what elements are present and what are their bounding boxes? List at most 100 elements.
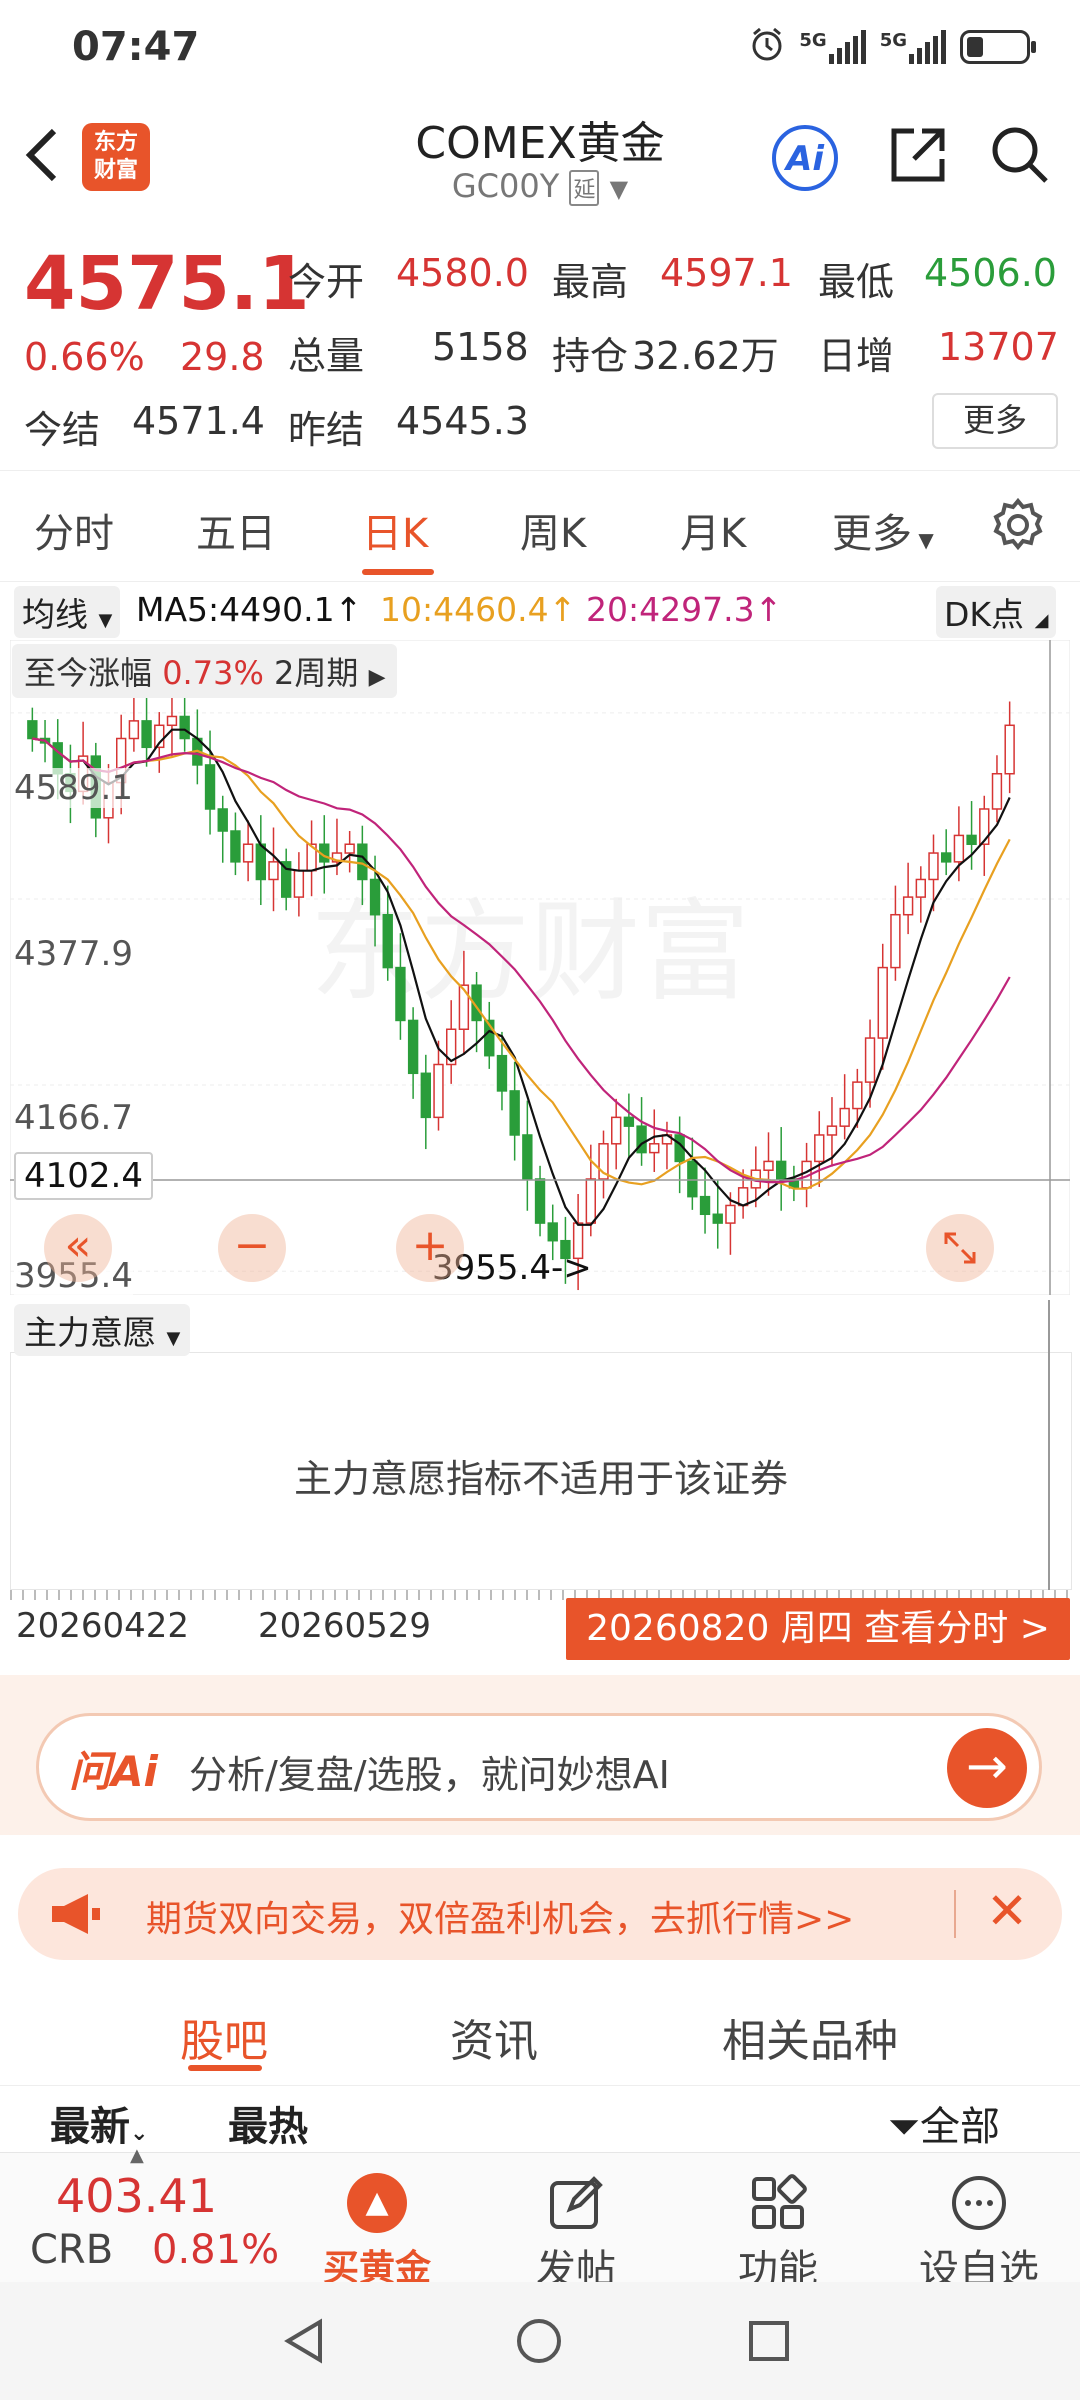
ask-ai-logo: 问Ai — [69, 1747, 158, 1796]
candle — [915, 878, 926, 898]
promo-close-button[interactable]: ✕ — [986, 1882, 1028, 1940]
caret-up-icon: ▲ — [130, 2145, 144, 2166]
high-value: 4597.1 — [660, 251, 793, 295]
gear-icon — [993, 497, 1043, 551]
candle — [242, 843, 254, 863]
change-value: 29.8 — [180, 335, 265, 379]
zoom-in-button[interactable]: + — [396, 1214, 464, 1282]
alarm-icon — [749, 26, 785, 68]
add-watchlist-button[interactable]: 设自选 — [904, 2173, 1054, 2295]
tab-news[interactable]: 资讯 — [450, 2005, 538, 2069]
candle — [268, 861, 279, 881]
filter-all[interactable]: ⏷全部 — [888, 2094, 1000, 2152]
candle — [585, 1178, 596, 1224]
fullscreen-button[interactable] — [926, 1214, 994, 1282]
zoom-out-button[interactable]: − — [218, 1214, 286, 1282]
candlestick-chart[interactable]: 东方财富 — [10, 640, 1070, 1295]
candle — [179, 715, 190, 740]
tab-monthly-k[interactable]: 月K — [680, 501, 746, 559]
candle — [928, 852, 939, 881]
promo-banner[interactable]: 期货双向交易，双倍盈利机会，去抓行情>> ✕ — [18, 1868, 1062, 1960]
candle — [712, 1213, 723, 1224]
arrow-right-icon: → — [966, 1737, 1008, 1795]
chevron-right-icon: ▶ — [368, 665, 386, 690]
tab-forum[interactable]: 股吧 — [180, 2005, 268, 2069]
candle — [458, 984, 470, 1031]
tab-more[interactable]: 更多 ▼ — [832, 501, 934, 559]
crosshair-vertical-extension — [1048, 1300, 1050, 1590]
candle — [547, 1222, 558, 1242]
candle — [814, 1134, 825, 1163]
status-icons: 5G 5G — [749, 26, 1036, 68]
search-button[interactable] — [988, 123, 1052, 191]
ask-ai-input[interactable]: 问Ai 分析/复盘/选股，就问妙想AI → — [36, 1713, 1042, 1821]
related-index-name: CRB — [30, 2227, 114, 2273]
nav-recents-button[interactable] — [744, 2316, 794, 2370]
ask-ai-submit-button[interactable]: → — [947, 1728, 1027, 1808]
chevron-down-icon[interactable]: ▼ — [610, 175, 628, 203]
filter-hot[interactable]: 最热 — [228, 2094, 308, 2152]
filter-icon: ⏷ — [888, 2104, 920, 2150]
tab-five-day[interactable]: 五日 — [196, 501, 276, 559]
bottom-action-bar: ▲ 403.41 CRB 0.81% ▲ 买黄金 发帖 功能 设自选 — [0, 2145, 1080, 2293]
indicator-dropdown[interactable]: 主力意愿 ▼ — [14, 1304, 191, 1356]
period-change-stat[interactable]: 至今涨幅 0.73% 2周期 ▶ — [12, 644, 398, 698]
plus-icon: + — [411, 1220, 449, 1271]
megaphone-icon — [48, 1890, 104, 1942]
buy-gold-button[interactable]: ▲ 买黄金 — [314, 2173, 440, 2291]
system-nav-bar — [0, 2282, 1080, 2400]
candle — [496, 1054, 508, 1092]
nav-home-button[interactable] — [514, 2316, 564, 2370]
settings-button[interactable] — [990, 497, 1046, 557]
candle — [877, 966, 888, 1039]
candle — [382, 913, 393, 969]
indicator-panel: 主力意愿 ▼ 主力意愿指标不适用于该证券 — [10, 1300, 1072, 1590]
tab-intraday[interactable]: 分时 — [34, 501, 114, 559]
scroll-left-button[interactable]: « — [44, 1214, 112, 1282]
tab-related[interactable]: 相关品种 — [722, 2005, 898, 2069]
oi-value: 32.62万 — [632, 334, 779, 378]
candle — [357, 843, 368, 881]
daily-inc-label: 日增 — [818, 334, 895, 378]
open-value: 4580.0 — [396, 251, 529, 295]
nav-back-button[interactable] — [280, 2316, 330, 2370]
status-bar: 07:47 5G 5G — [0, 0, 1080, 95]
ma10-value: 10:4460.4↑ — [380, 590, 577, 629]
dk-point-dropdown[interactable]: DK点 ◢ — [936, 586, 1057, 638]
promo-text: 期货双向交易，双倍盈利机会，去抓行情>> — [146, 1899, 855, 1940]
expand-icon — [944, 1232, 976, 1264]
y-tick-top: 4589.1 — [14, 768, 133, 808]
app-logo: 东方 财富 — [82, 123, 150, 191]
more-circle-icon — [952, 2176, 1006, 2230]
period-tabs: 分时 五日 日K 周K 月K 更多 ▼ — [0, 470, 1080, 582]
tab-weekly-k[interactable]: 周K — [520, 501, 586, 559]
square-recents-icon — [749, 2321, 789, 2361]
view-intraday-button[interactable]: 20260820 周四 查看分时 > — [566, 1598, 1070, 1660]
candle — [369, 878, 381, 916]
post-button[interactable]: 发帖 — [516, 2173, 636, 2295]
signal-bars-icon — [828, 30, 866, 64]
candle — [141, 720, 152, 749]
double-chevron-left-icon: « — [64, 1220, 92, 1271]
close-icon: ✕ — [986, 1882, 1028, 1940]
back-arrow-icon — [25, 128, 57, 182]
candle — [166, 715, 178, 727]
more-button[interactable]: 更多 — [932, 393, 1058, 449]
tab-daily-k[interactable]: 日K — [362, 501, 428, 559]
candle — [293, 869, 305, 898]
volume-value: 5158 — [432, 325, 529, 369]
header: COMEX黄金 GC00Y 延 ▼ 东方 财富 Ai — [0, 95, 1080, 220]
related-index-value[interactable]: 403.41 — [56, 2169, 217, 2223]
function-button[interactable]: 功能 — [718, 2173, 838, 2295]
edit-icon — [550, 2176, 603, 2229]
ma-dropdown[interactable]: 均线 ▼ — [14, 586, 121, 638]
last-price: 4575.1 — [24, 241, 310, 327]
candle — [255, 843, 267, 881]
ai-button[interactable]: Ai — [772, 125, 838, 191]
candle — [941, 852, 952, 863]
share-button[interactable] — [886, 123, 950, 191]
back-button[interactable] — [22, 125, 62, 201]
y-tick-3: 4166.7 — [14, 1098, 133, 1138]
change-percent: 0.66% — [24, 335, 145, 379]
filter-latest[interactable]: 最新⌄ — [50, 2094, 148, 2152]
